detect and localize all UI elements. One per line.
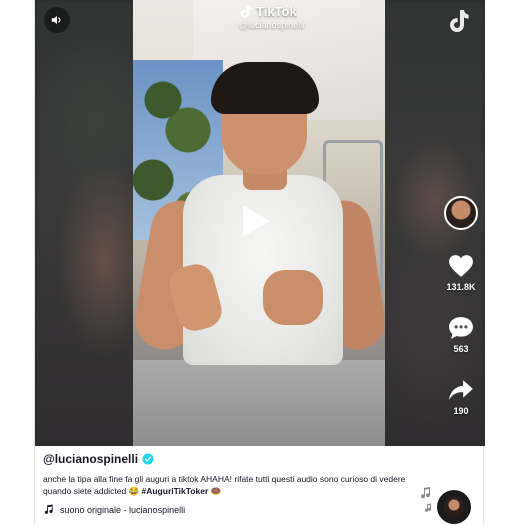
watermark-handle: @lucianospinelli [239, 20, 305, 30]
tiktok-watermark-icon [240, 5, 252, 18]
scene-hair [211, 62, 319, 114]
like-count: 131.8K [446, 282, 476, 292]
heart-icon [449, 255, 473, 277]
verified-icon [142, 453, 154, 465]
music-disc[interactable] [437, 490, 471, 524]
caption-area: @lucianospinelli anche la tipa alla fine… [43, 452, 477, 515]
floating-notes-icon [421, 487, 432, 512]
video-player[interactable]: TikTok @lucianospinelli [133, 0, 385, 446]
author-avatar[interactable] [444, 196, 478, 230]
music-note-icon [44, 504, 53, 514]
username-text: @lucianospinelli [43, 452, 139, 466]
caption-username[interactable]: @lucianospinelli [43, 452, 477, 466]
hashtag-link[interactable]: #AuguriTikToker [142, 486, 209, 496]
like-button[interactable]: 131.8K [446, 254, 476, 292]
comment-icon [449, 317, 473, 339]
action-rail: 131.8K 563 190 [442, 196, 480, 416]
share-button[interactable]: 190 [448, 378, 474, 416]
share-icon [449, 380, 473, 400]
caption-emoji: 🍩 [210, 486, 222, 496]
caption-body: anche la tipa alla fine fa gli auguri a … [43, 474, 406, 496]
sound-name: suono originale - lucianospinelli [60, 504, 186, 515]
volume-icon [51, 15, 61, 25]
comment-count: 563 [453, 344, 469, 354]
play-icon[interactable] [240, 203, 272, 239]
tiktok-embed: TikTok @lucianospinelli 131.8K 563 190 @… [34, 0, 485, 525]
share-count: 190 [453, 406, 469, 416]
watermark: TikTok @lucianospinelli [239, 4, 304, 30]
mute-button[interactable] [44, 7, 70, 33]
music-disc-avatar [444, 497, 464, 517]
video-area[interactable]: TikTok @lucianospinelli 131.8K 563 190 [35, 0, 485, 446]
comment-button[interactable]: 563 [448, 316, 474, 354]
watermark-brand: TikTok [256, 4, 297, 19]
scene-legs [133, 360, 385, 446]
sound-link[interactable]: suono originale - lucianospinelli [43, 504, 477, 515]
caption-text: anche la tipa alla fine fa gli auguri a … [43, 473, 413, 497]
scene-hand-right [263, 270, 323, 325]
tiktok-logo-icon[interactable] [447, 8, 471, 34]
